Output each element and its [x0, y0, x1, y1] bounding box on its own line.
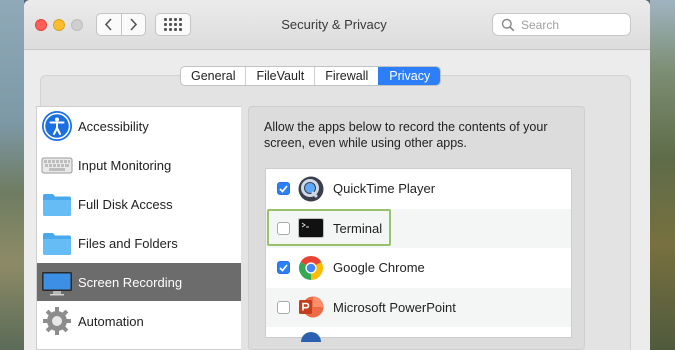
- desktop-wallpaper-right: [650, 0, 675, 350]
- powerpoint-icon: [298, 294, 324, 320]
- chevron-right-icon: [130, 18, 137, 31]
- app-checkbox[interactable]: [277, 182, 290, 196]
- search-input[interactable]: [521, 17, 621, 32]
- close-button[interactable]: [35, 19, 47, 31]
- gear-icon: [41, 305, 73, 337]
- sidebar-item-automation[interactable]: Automation: [37, 302, 241, 340]
- sidebar-item-input-monitoring[interactable]: Input Monitoring: [37, 146, 241, 184]
- chevron-left-icon: [105, 18, 112, 31]
- list-item-partial: [266, 327, 571, 342]
- permission-description: Allow the apps below to record the conte…: [264, 120, 548, 150]
- search-field[interactable]: [492, 13, 631, 36]
- desktop-wallpaper-left: [0, 0, 24, 350]
- tab-privacy[interactable]: Privacy: [378, 67, 441, 85]
- app-icon: [301, 332, 321, 342]
- sidebar-item-screen-recording[interactable]: Screen Recording: [37, 263, 241, 301]
- forward-button[interactable]: [120, 14, 146, 35]
- tab-general[interactable]: General: [181, 67, 245, 85]
- title-bar: Security & Privacy: [24, 0, 650, 50]
- app-checkbox[interactable]: [277, 300, 290, 314]
- list-item-quicktime: QuickTime Player: [266, 169, 571, 209]
- app-checkbox[interactable]: [277, 261, 290, 275]
- list-item-google-chrome: Google Chrome: [266, 248, 571, 288]
- app-name: Microsoft PowerPoint: [333, 299, 456, 315]
- sidebar-item-label: Files and Folders: [78, 235, 178, 251]
- sidebar-item-accessibility[interactable]: Accessibility: [37, 107, 241, 145]
- app-list: QuickTime Player Terminal Google Chrome …: [265, 168, 572, 342]
- folder-icon: [41, 188, 73, 220]
- list-item-microsoft-powerpoint: Microsoft PowerPoint: [266, 287, 571, 327]
- sidebar-item-label: Full Disk Access: [78, 196, 173, 212]
- accessibility-icon: [41, 110, 73, 142]
- chrome-icon: [298, 255, 324, 281]
- grid-icon: [164, 18, 182, 31]
- sidebar-item-label: Accessibility: [78, 118, 149, 134]
- keyboard-icon: [41, 149, 73, 181]
- app-name: QuickTime Player: [333, 181, 436, 197]
- sidebar-item-label: Input Monitoring: [78, 157, 172, 173]
- back-button[interactable]: [97, 14, 121, 35]
- window-title: Security & Privacy: [281, 17, 387, 32]
- privacy-category-list: Accessibility Input Monitoring Full Disk…: [36, 106, 241, 350]
- folder-icon: [41, 227, 73, 259]
- zoom-button[interactable]: [71, 19, 83, 31]
- tab-bar: General FileVault Firewall Privacy: [180, 66, 442, 86]
- sidebar-item-label: Screen Recording: [78, 274, 183, 290]
- app-name: Google Chrome: [333, 260, 425, 276]
- sidebar-item-files-and-folders[interactable]: Files and Folders: [37, 224, 241, 262]
- checkmark-icon: [279, 264, 288, 272]
- search-icon: [501, 18, 515, 31]
- checkmark-icon: [279, 185, 288, 193]
- sidebar-item-full-disk-access[interactable]: Full Disk Access: [37, 185, 241, 223]
- tab-firewall[interactable]: Firewall: [314, 67, 378, 85]
- navigation-buttons: [96, 13, 146, 36]
- sidebar-item-label: Automation: [78, 313, 144, 329]
- minimize-button[interactable]: [53, 19, 65, 31]
- show-all-button[interactable]: [155, 13, 191, 36]
- tab-filevault[interactable]: FileVault: [245, 67, 314, 85]
- highlight-box: [267, 209, 391, 246]
- quicktime-icon: [298, 176, 324, 202]
- display-icon: [41, 266, 73, 298]
